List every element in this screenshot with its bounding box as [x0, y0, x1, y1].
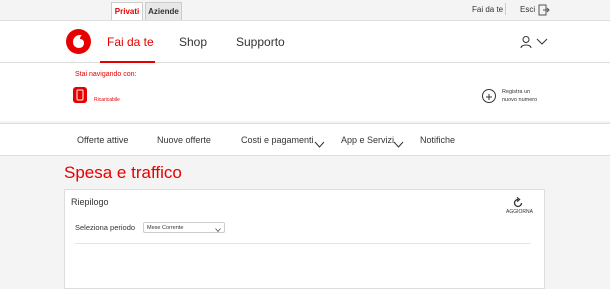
main-nav: Fai da te Shop Supporto: [0, 20, 610, 63]
page-title: Spesa e traffico: [64, 163, 182, 182]
register-number-link[interactable]: Registra un nuovo numero: [502, 88, 537, 105]
top-bar: Privati Aziende Fai da te Esci: [0, 0, 610, 20]
navigating-label: Stai navigando con:: [75, 71, 137, 78]
phone-icon[interactable]: [73, 87, 87, 103]
tab-privati[interactable]: Privati: [111, 2, 143, 20]
nav-notifiche[interactable]: Notifiche: [420, 135, 455, 145]
period-select-value: Mese Corrente: [147, 225, 184, 231]
nav-costi-pagamenti[interactable]: Costi e pagamenti: [241, 135, 314, 145]
nav-app-servizi[interactable]: App e Servizi: [341, 135, 394, 145]
tab-aziende[interactable]: Aziende: [145, 2, 182, 20]
esci-link[interactable]: Esci: [520, 5, 535, 14]
nav-fai-da-te[interactable]: Fai da te: [107, 35, 154, 49]
period-select[interactable]: Mese Corrente: [143, 222, 225, 233]
nav-supporto[interactable]: Supporto: [236, 35, 285, 49]
chevron-down-icon[interactable]: [314, 136, 325, 154]
chevron-down-icon[interactable]: [393, 136, 404, 154]
divider: [505, 3, 506, 15]
nav-nuove-offerte[interactable]: Nuove offerte: [157, 135, 211, 145]
user-icon[interactable]: [520, 35, 550, 54]
logout-icon[interactable]: [538, 3, 550, 21]
period-label: Seleziona periodo: [75, 223, 136, 232]
vodafone-logo[interactable]: [66, 29, 91, 54]
divider: [75, 243, 531, 244]
nav-offerte-attive[interactable]: Offerte attive: [77, 135, 128, 145]
summary-card: Riepilogo AGGIORNA Seleziona periodo Mes…: [64, 189, 545, 289]
fai-da-te-link[interactable]: Fai da te: [472, 5, 503, 14]
line-type-label[interactable]: Ricaricabile: [94, 97, 120, 103]
card-title: Riepilogo: [71, 197, 109, 207]
line-info-bar: Stai navigando con: Ricaricabile Registr…: [0, 63, 610, 121]
nav-shop[interactable]: Shop: [179, 35, 207, 49]
refresh-label[interactable]: AGGIORNA: [506, 209, 533, 215]
chevron-down-icon: [215, 226, 221, 236]
add-number-icon[interactable]: [482, 89, 496, 103]
secondary-nav: Offerte attive Nuove offerte Costi e pag…: [0, 123, 610, 156]
